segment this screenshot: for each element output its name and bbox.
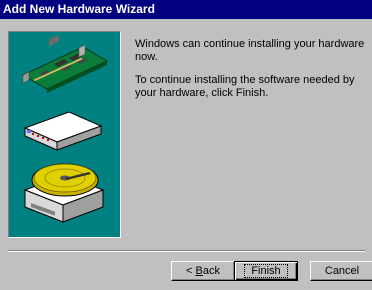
back-button-prefix: < — [186, 265, 196, 277]
back-button-mnemonic: B — [195, 265, 203, 277]
expansion-card-icon — [21, 34, 109, 93]
button-divider — [8, 250, 365, 252]
hard-disk-icon — [23, 163, 105, 223]
back-button-label-rest: ack — [202, 265, 220, 277]
title-bar[interactable]: Add New Hardware Wizard — [0, 0, 372, 19]
modem-icon — [23, 111, 103, 151]
message-area: Windows can continue installing your har… — [135, 38, 367, 110]
back-button[interactable]: < Back — [171, 261, 235, 281]
window-title: Add New Hardware Wizard — [3, 2, 155, 16]
finish-button[interactable]: Finish — [234, 261, 298, 281]
wizard-image-panel — [8, 31, 121, 238]
cancel-button[interactable]: Cancel — [310, 261, 372, 281]
cancel-button-label: Cancel — [324, 265, 360, 277]
message-line-1: Windows can continue installing your har… — [135, 38, 365, 63]
wizard-window: Add New Hardware Wizard Windows can cont… — [0, 0, 372, 290]
message-line-2: To continue installing the software need… — [135, 74, 355, 99]
finish-button-label: Finish — [244, 264, 288, 278]
